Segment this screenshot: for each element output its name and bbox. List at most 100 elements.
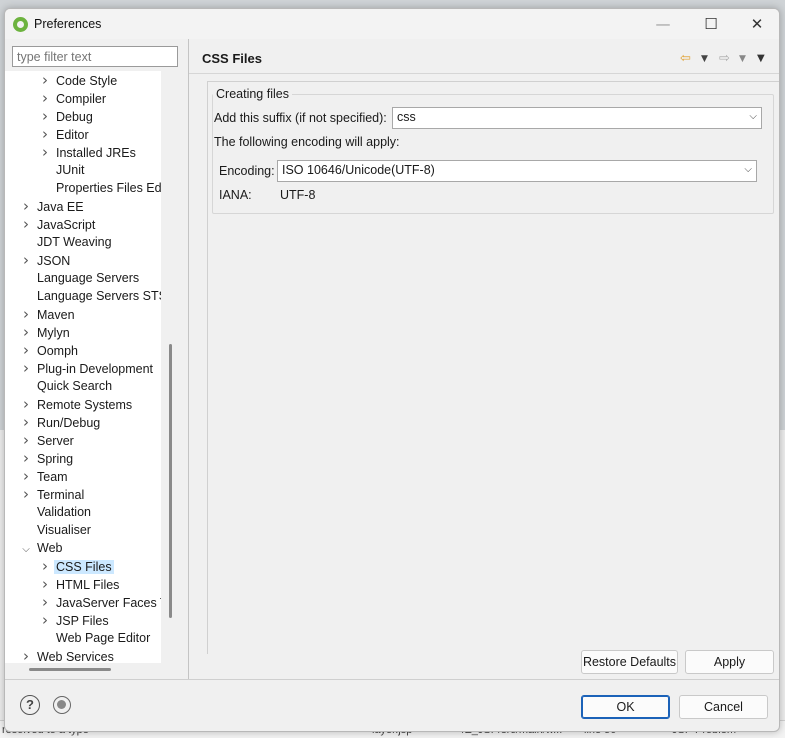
chevron-right-icon[interactable]: ›: [36, 143, 54, 161]
tree-item[interactable]: › HTML Files: [36, 575, 121, 593]
chevron-right-icon[interactable]: ›: [36, 89, 54, 107]
chevron-down-icon: ⌵: [749, 111, 757, 122]
tree-item[interactable]: › Maven: [17, 305, 77, 323]
chevron-down-icon[interactable]: ⌵: [17, 541, 35, 559]
tree-item[interactable]: › JavaScript: [17, 215, 97, 233]
tree-item[interactable]: Validation: [17, 503, 93, 521]
chevron-right-icon[interactable]: ›: [36, 611, 54, 629]
tree-item-label: JavaScript: [37, 218, 96, 232]
tree-item-label: Maven: [37, 308, 75, 322]
tree-item[interactable]: JUnit: [36, 161, 86, 179]
tree-item-label: Language Servers: [37, 271, 140, 285]
tree-item-label: Web Services: [37, 650, 114, 663]
tree-item[interactable]: ›JavaServer Faces To: [36, 593, 161, 611]
tree-item-label: Installed JREs: [56, 146, 136, 160]
tree-item-label: Spring: [37, 452, 74, 466]
forward-arrow-icon[interactable]: ⇨: [719, 51, 730, 67]
pane-splitter[interactable]: [188, 39, 189, 679]
view-menu-icon[interactable]: ▼: [757, 51, 765, 67]
chevron-right-icon[interactable]: ›: [36, 557, 54, 575]
ok-button[interactable]: OK: [581, 695, 670, 719]
chevron-down-icon: ⌵: [744, 164, 752, 175]
tree-item[interactable]: › Debug: [36, 107, 95, 125]
chevron-right-icon[interactable]: ›: [17, 251, 35, 269]
chevron-right-icon[interactable]: ›: [17, 305, 35, 323]
tree-item[interactable]: › Server: [17, 431, 76, 449]
close-button[interactable]: ✕: [735, 13, 779, 37]
chevron-right-icon[interactable]: ›: [17, 485, 35, 503]
tree-item-label: Java EE: [37, 200, 84, 214]
tree-item[interactable]: › Team: [17, 467, 70, 485]
chevron-right-icon[interactable]: ›: [17, 197, 35, 215]
tree-item-label: Web Page Editor: [56, 631, 151, 645]
tree-item[interactable]: › JSON: [17, 251, 72, 269]
tree-item[interactable]: › Installed JREs: [36, 143, 138, 161]
chevron-right-icon[interactable]: ›: [17, 341, 35, 359]
minimize-button[interactable]: —: [641, 13, 685, 37]
tree-item[interactable]: Language Servers: [17, 269, 141, 287]
chevron-right-icon[interactable]: ›: [17, 467, 35, 485]
chevron-right-icon[interactable]: ›: [17, 215, 35, 233]
chevron-right-icon[interactable]: ›: [17, 359, 35, 377]
tree-item-label: Debug: [56, 110, 93, 124]
tree-item[interactable]: Language Servers STS: [17, 287, 161, 305]
tree-horizontal-scrollbar[interactable]: [29, 668, 111, 671]
tree-item[interactable]: › Web Services: [17, 647, 116, 663]
cancel-button[interactable]: Cancel: [679, 695, 768, 719]
tree-item[interactable]: › Oomph: [17, 341, 80, 359]
tree-item-label: Plug-in Development: [37, 362, 154, 376]
spring-app-icon: [13, 17, 28, 32]
chevron-right-icon[interactable]: ›: [36, 575, 54, 593]
suffix-label: Add this suffix (if not specified):: [214, 111, 387, 125]
forward-dropdown-icon[interactable]: ▼: [739, 51, 746, 67]
restore-defaults-button[interactable]: Restore Defaults: [581, 650, 678, 674]
tree-item-label: Visualiser: [37, 523, 91, 537]
tree-item[interactable]: Visualiser: [17, 521, 93, 539]
tree-item[interactable]: JDT Weaving: [17, 233, 114, 251]
tree-item-label: JSP Files: [56, 614, 109, 628]
header-divider: [189, 73, 779, 74]
tree-item[interactable]: › Terminal: [17, 485, 86, 503]
preference-tree[interactable]: › Code Style › Compiler › Debug › Editor › Instal…: [5, 71, 161, 663]
tree-item[interactable]: › Remote Systems: [17, 395, 134, 413]
chevron-right-icon[interactable]: ›: [17, 647, 35, 663]
chevron-right-icon[interactable]: ›: [17, 449, 35, 467]
title-bar[interactable]: Preferences — ☐ ✕: [5, 9, 779, 39]
help-icon[interactable]: ?: [20, 695, 40, 715]
tree-item[interactable]: Quick Search: [17, 377, 114, 395]
chevron-right-icon[interactable]: ›: [36, 593, 54, 611]
tree-item[interactable]: Properties Files Edito: [36, 179, 161, 197]
maximize-button[interactable]: ☐: [689, 13, 733, 37]
tree-item[interactable]: › Mylyn: [17, 323, 72, 341]
tree-item[interactable]: › JSP Files: [36, 611, 111, 629]
chevron-right-icon[interactable]: ›: [36, 71, 54, 89]
tree-item[interactable]: ⌵ Web: [17, 539, 64, 557]
tree-item-label: HTML Files: [56, 578, 120, 592]
tree-item[interactable]: › Spring: [17, 449, 75, 467]
encoding-combo[interactable]: ISO 10646/Unicode(UTF-8) ⌵: [277, 160, 757, 182]
tree-item[interactable]: › CSS Files: [36, 557, 114, 575]
chevron-right-icon[interactable]: ›: [36, 107, 54, 125]
suffix-combo[interactable]: css ⌵: [392, 107, 762, 129]
tree-item[interactable]: › Java EE: [17, 197, 86, 215]
chevron-right-icon[interactable]: ›: [36, 125, 54, 143]
chevron-right-icon[interactable]: ›: [17, 431, 35, 449]
tree-item[interactable]: › Run/Debug: [17, 413, 102, 431]
tree-item[interactable]: › Editor: [36, 125, 91, 143]
tree-item-label: Mylyn: [37, 326, 70, 340]
chevron-right-icon[interactable]: ›: [17, 395, 35, 413]
tree-vertical-scrollbar[interactable]: [169, 344, 172, 618]
back-arrow-icon[interactable]: ⇦: [680, 51, 691, 67]
tree-item[interactable]: › Code Style: [36, 71, 119, 89]
record-icon[interactable]: [53, 696, 71, 714]
tree-item-label: Team: [37, 470, 68, 484]
chevron-right-icon[interactable]: ›: [17, 323, 35, 341]
chevron-right-icon[interactable]: ›: [17, 413, 35, 431]
tree-item[interactable]: Web Page Editor: [36, 629, 152, 647]
apply-button[interactable]: Apply: [685, 650, 774, 674]
back-dropdown-icon[interactable]: ▼: [701, 51, 708, 67]
filter-input[interactable]: [12, 46, 178, 67]
tree-item-label: JSON: [37, 254, 71, 268]
tree-item[interactable]: › Compiler: [36, 89, 108, 107]
tree-item[interactable]: › Plug-in Development: [17, 359, 155, 377]
